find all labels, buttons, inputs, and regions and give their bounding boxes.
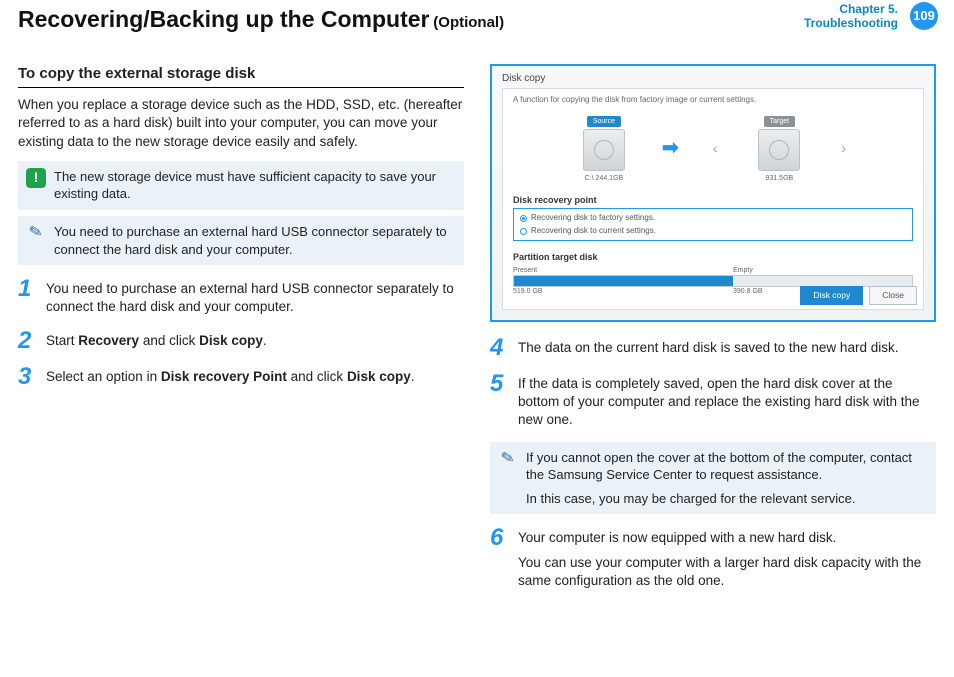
step-number: 3 bbox=[18, 365, 36, 389]
step-6-text-b: You can use your computer with a larger … bbox=[518, 554, 936, 590]
right-column: Disk copy A function for copying the dis… bbox=[490, 64, 936, 590]
step-1-text: You need to purchase an external hard US… bbox=[46, 280, 464, 316]
step-3-mid: and click bbox=[287, 369, 347, 384]
exclamation-icon: ! bbox=[26, 168, 46, 188]
chevron-left-icon[interactable]: ‹ bbox=[709, 139, 722, 158]
step-3-bold-drp: Disk recovery Point bbox=[161, 369, 287, 384]
dialog-description: A function for copying the disk from fac… bbox=[503, 89, 923, 110]
close-button[interactable]: Close bbox=[869, 286, 917, 305]
chapter-label: Chapter 5. Troubleshooting bbox=[804, 2, 898, 31]
step-4: 4 The data on the current hard disk is s… bbox=[490, 336, 936, 360]
step-3-post: . bbox=[411, 369, 415, 384]
partition-empty-label: Empty bbox=[733, 266, 753, 275]
step-2-bold-diskcopy: Disk copy bbox=[199, 333, 263, 348]
dialog-title: Disk copy bbox=[502, 72, 545, 86]
page-title-optional: (Optional) bbox=[433, 14, 504, 31]
step-3-bold-diskcopy: Disk copy bbox=[347, 369, 411, 384]
drp-option-current[interactable]: Recovering disk to current settings. bbox=[520, 225, 906, 238]
drp-option-factory-label: Recovering disk to factory settings. bbox=[531, 213, 655, 224]
disk-copy-button[interactable]: Disk copy bbox=[800, 286, 863, 305]
step-number: 1 bbox=[18, 277, 36, 316]
radio-icon bbox=[520, 215, 527, 222]
step-number: 6 bbox=[490, 526, 508, 590]
left-column: To copy the external storage disk When y… bbox=[18, 64, 464, 590]
step-3: 3 Select an option in Disk recovery Poin… bbox=[18, 365, 464, 389]
step-number: 4 bbox=[490, 336, 508, 360]
hdd-icon bbox=[758, 129, 800, 171]
step-1: 1 You need to purchase an external hard … bbox=[18, 277, 464, 316]
callout-important: ! The new storage device must have suffi… bbox=[18, 161, 464, 210]
step-3-text: Select an option in Disk recovery Point … bbox=[46, 365, 464, 389]
step-2-pre: Start bbox=[46, 333, 78, 348]
target-size: 931.5GB bbox=[751, 174, 807, 183]
partition-used bbox=[514, 276, 733, 286]
disk-copy-dialog: Disk copy A function for copying the dis… bbox=[490, 64, 936, 322]
partition-present-label: Present bbox=[513, 266, 733, 275]
drp-label: Disk recovery point bbox=[503, 190, 923, 208]
source-size: C:\ 244.1GB bbox=[576, 174, 632, 183]
partition-free bbox=[733, 276, 912, 286]
partition-label: Partition target disk bbox=[503, 247, 923, 265]
step-2-text: Start Recovery and click Disk copy. bbox=[46, 329, 464, 353]
step-number: 2 bbox=[18, 329, 36, 353]
source-disk: Source C:\ 244.1GB bbox=[576, 114, 632, 184]
step-3-pre: Select an option in bbox=[46, 369, 161, 384]
step-2-mid: and click bbox=[139, 333, 199, 348]
callout-service: ✎ If you cannot open the cover at the bo… bbox=[490, 442, 936, 515]
hdd-icon bbox=[583, 129, 625, 171]
radio-icon bbox=[520, 228, 527, 235]
chevron-right-icon[interactable]: › bbox=[837, 139, 850, 158]
callout-service-line1: If you cannot open the cover at the bott… bbox=[526, 449, 926, 484]
drp-option-current-label: Recovering disk to current settings. bbox=[531, 226, 656, 237]
callout-service-line2: In this case, you may be charged for the… bbox=[526, 490, 926, 508]
step-5-text: If the data is completely saved, open th… bbox=[518, 375, 936, 430]
target-tag: Target bbox=[764, 116, 795, 127]
page-title: Recovering/Backing up the Computer bbox=[18, 6, 430, 32]
section-heading: To copy the external storage disk bbox=[18, 64, 464, 88]
drp-options: Recovering disk to factory settings. Rec… bbox=[513, 208, 913, 242]
callout-note-text: You need to purchase an external hard US… bbox=[54, 224, 447, 257]
callout-important-text: The new storage device must have suffici… bbox=[54, 169, 436, 202]
partition-used-size: 519.0 GB bbox=[513, 287, 733, 296]
step-5: 5 If the data is completely saved, open … bbox=[490, 372, 936, 430]
step-2-post: . bbox=[263, 333, 267, 348]
step-2-bold-recovery: Recovery bbox=[78, 333, 139, 348]
chapter-line2: Troubleshooting bbox=[804, 16, 898, 30]
chapter-line1: Chapter 5. bbox=[804, 2, 898, 16]
page-number-badge: 109 bbox=[910, 2, 938, 30]
drp-option-factory[interactable]: Recovering disk to factory settings. bbox=[520, 212, 906, 225]
partition-free-size: 390.8 GB bbox=[733, 287, 763, 296]
note-icon: ✎ bbox=[496, 447, 520, 471]
step-number: 5 bbox=[490, 372, 508, 430]
disk-row: Source C:\ 244.1GB ➡ ‹ Target 931.5GB › bbox=[503, 110, 923, 190]
intro-paragraph: When you replace a storage device such a… bbox=[18, 96, 464, 151]
step-6: 6 Your computer is now equipped with a n… bbox=[490, 526, 936, 590]
callout-note: ✎ You need to purchase an external hard … bbox=[18, 216, 464, 265]
step-4-text: The data on the current hard disk is sav… bbox=[518, 339, 936, 357]
source-tag: Source bbox=[587, 116, 621, 127]
arrow-right-icon: ➡ bbox=[662, 135, 679, 162]
note-icon: ✎ bbox=[24, 221, 48, 245]
step-6-text-a: Your computer is now equipped with a new… bbox=[518, 529, 936, 547]
step-2: 2 Start Recovery and click Disk copy. bbox=[18, 329, 464, 353]
target-disk: Target 931.5GB bbox=[751, 114, 807, 184]
